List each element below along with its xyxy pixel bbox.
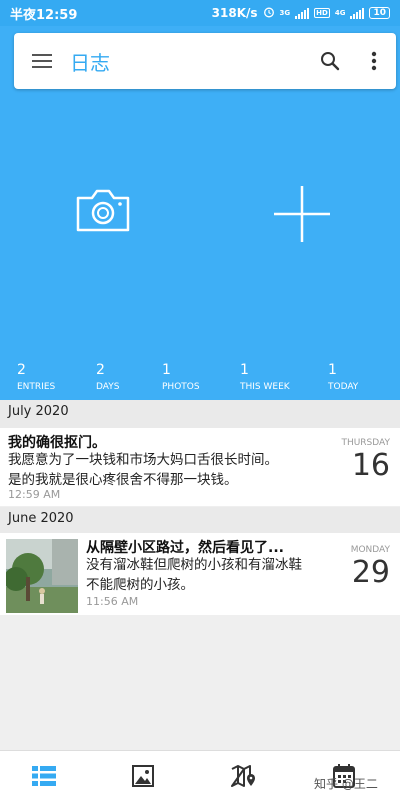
entry-title: 我的确很抠门。 (8, 435, 106, 451)
nav-photos-button[interactable] (113, 751, 173, 800)
hd-badge: HD (314, 8, 330, 18)
nav-map-button[interactable] (214, 751, 274, 800)
network-speed: 318K/s (211, 6, 258, 20)
journal-entry[interactable]: 我的确很抠门。 我愿意为了一块钱和市场大妈口舌很长时间。 是的我就是很心疼很舍不… (0, 428, 400, 506)
entry-body-line: 是的我就是很心疼很舍不得那一块钱。 (8, 472, 238, 488)
stat-today: 1 TODAY (328, 362, 358, 394)
stat-label: TODAY (328, 382, 359, 392)
entry-body-line: 没有溜冰鞋但爬树的小孩和有溜冰鞋 (86, 557, 302, 573)
image-icon (132, 765, 154, 787)
entry-time: 12:59 AM (8, 488, 61, 501)
stat-label: PHOTOS (162, 382, 200, 392)
month-header: June 2020 (0, 507, 400, 535)
new-entry-button[interactable] (272, 186, 332, 242)
status-time: 半夜12:59 (10, 7, 78, 23)
more-options-button[interactable] (352, 33, 396, 89)
stat-value: 2 (17, 362, 26, 378)
entry-photo-thumbnail (6, 539, 78, 613)
stat-value: 1 (328, 362, 337, 378)
camera-icon (76, 189, 130, 232)
menu-icon (32, 54, 52, 68)
search-icon (321, 52, 340, 71)
add-photo-button[interactable] (74, 186, 132, 234)
journal-entry[interactable]: 从隔壁小区路过，然后看见了... 没有溜冰鞋但爬树的小孩和有溜冰鞋 不能爬树的小… (0, 533, 400, 615)
entry-body-line: 不能爬树的小孩。 (86, 577, 194, 593)
search-button[interactable] (308, 33, 352, 89)
more-vert-icon (371, 51, 377, 71)
status-icons: 318K/s 3G HD 4G 10 (212, 6, 390, 21)
app-title: 日志 (70, 50, 110, 75)
stat-label: ENTRIES (17, 382, 56, 392)
stat-days: 2 DAYS (96, 362, 119, 394)
menu-button[interactable] (14, 33, 70, 89)
entry-day: 29 (351, 555, 390, 590)
entry-weekday: MONDAY (350, 545, 390, 555)
stats-row: 2 ENTRIES 2 DAYS 1 PHOTOS 1 THIS WEEK 1 … (0, 362, 400, 398)
entry-day: 16 (351, 448, 390, 483)
app-bar: 日志 (14, 33, 396, 89)
stat-value: 1 (240, 362, 249, 378)
stat-label: THIS WEEK (240, 382, 290, 392)
nav-timeline-button[interactable] (14, 751, 74, 800)
network-type-label: 3G (279, 9, 291, 17)
status-bar: 半夜12:59 318K/s 3G HD 4G 10 (0, 0, 400, 26)
signal-icon (295, 7, 310, 19)
month-header: July 2020 (0, 400, 400, 428)
map-icon (231, 765, 255, 787)
entry-body-line: 我愿意为了一块钱和市场大妈口舌很长时间。 (8, 452, 278, 468)
stat-this-week: 1 THIS WEEK (240, 362, 290, 394)
battery-icon: 10 (369, 7, 390, 19)
list-icon (32, 766, 56, 786)
stat-value: 1 (162, 362, 171, 378)
network-type-label: 4G (334, 9, 346, 17)
stat-value: 2 (96, 362, 105, 378)
watermark-text: 知乎 @王二 (314, 777, 378, 791)
stat-entries: 2 ENTRIES (17, 362, 55, 394)
battery-level: 10 (373, 8, 386, 18)
stat-photos: 1 PHOTOS (162, 362, 200, 394)
entry-title: 从隔壁小区路过，然后看见了... (86, 540, 284, 556)
entry-weekday: THURSDAY (341, 438, 390, 448)
entry-time: 11:56 AM (86, 595, 139, 608)
signal-icon (350, 7, 365, 19)
stat-label: DAYS (96, 382, 120, 392)
alarm-icon (263, 6, 275, 21)
plus-icon (274, 186, 330, 242)
